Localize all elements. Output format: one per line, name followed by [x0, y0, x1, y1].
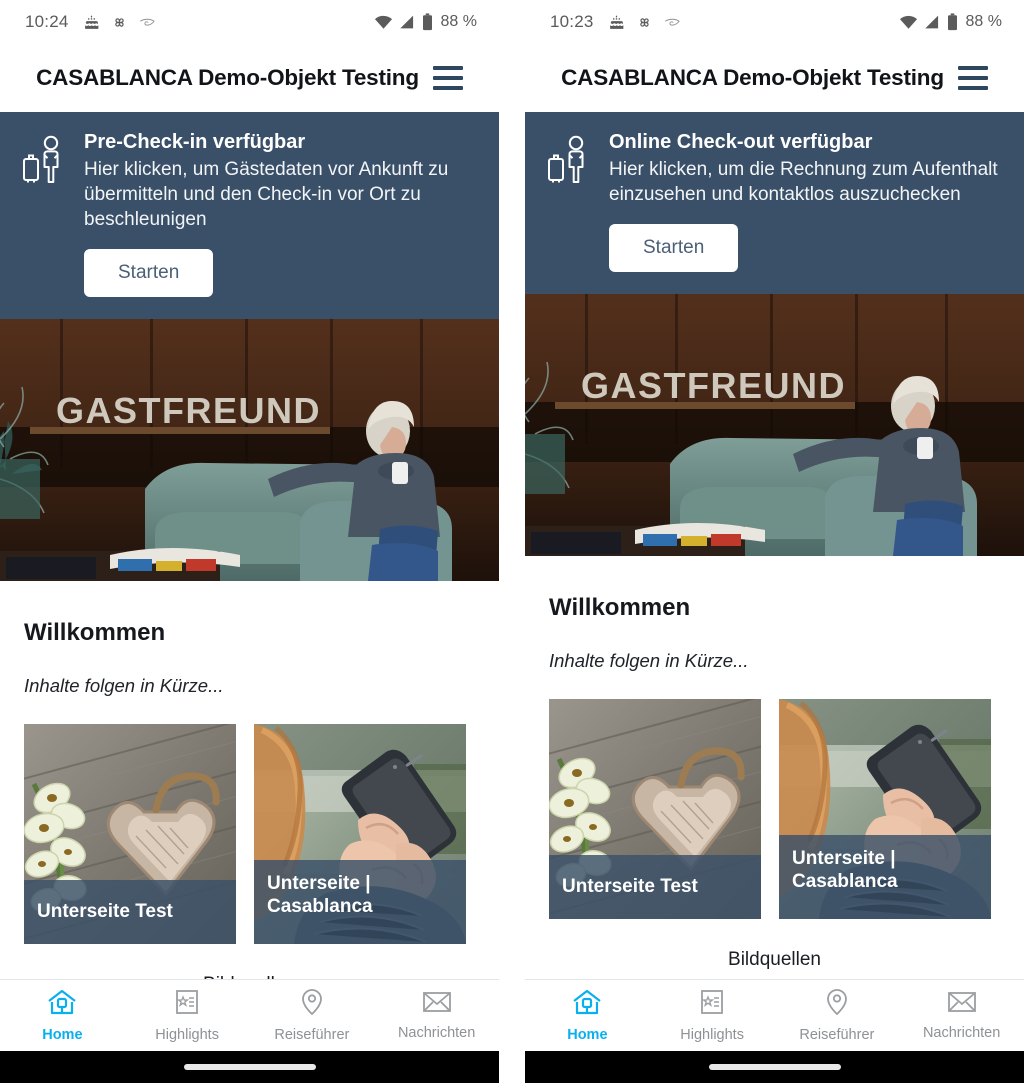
battery-percentage: 88 % — [965, 13, 1002, 30]
phone-screen-right: 10:23 88 % CASABLANCA Demo-Objekt Testin… — [525, 0, 1024, 1083]
coffee-table — [525, 523, 765, 557]
status-bar-notification-icons — [83, 14, 156, 31]
status-bar-system-icons: 88 % — [899, 13, 1002, 31]
hero-sign-text: GASTFREUND — [581, 365, 846, 406]
promo-start-button[interactable]: Starten — [609, 224, 739, 273]
promo-banner-title: Pre-Check-in verfügbar — [84, 131, 306, 153]
content-card[interactable]: Unterseite Test — [24, 724, 236, 945]
gesture-navigation-bar — [525, 1051, 1024, 1083]
image-sources-link[interactable]: Bildquellen — [549, 949, 1000, 971]
promo-banner-pre-checkin[interactable]: Pre-Check-in verfügbar Hier klicken, um … — [0, 112, 499, 320]
status-bar: 10:24 88 % — [0, 0, 499, 44]
promo-banner-body: Online Check-out verfügbar Hier klicken,… — [609, 130, 1004, 273]
tab-highlights[interactable]: Highlights — [650, 989, 775, 1043]
main-content: Willkommen Inhalte folgen in Kürze... Un… — [525, 556, 1024, 979]
content-card[interactable]: Unterseite | Casablanca — [779, 699, 991, 920]
battery-percentage: 88 % — [440, 13, 477, 30]
welcome-heading: Willkommen — [24, 619, 166, 647]
tab-nachrichten[interactable]: Nachrichten — [374, 990, 499, 1041]
highlights-list-icon — [173, 989, 201, 1021]
phone-screen-left: 10:24 88 % CASABLANCA Demo-Objekt Testin… — [0, 0, 499, 1083]
wing-icon — [664, 15, 681, 30]
bottom-tab-bar: Home Highlights Reiseführer Nachrichten — [0, 979, 499, 1051]
tab-label: Nachrichten — [397, 1025, 476, 1041]
hero-image: GASTFREUND — [525, 294, 1024, 557]
tab-home[interactable]: Home — [0, 989, 125, 1043]
promo-banner-body: Pre-Check-in verfügbar Hier klicken, um … — [84, 130, 479, 298]
tab-label: Nachrichten — [922, 1025, 1001, 1041]
main-content: Willkommen Inhalte folgen in Kürze... Un… — [0, 581, 499, 979]
hero-sign-text: GASTFREUND — [56, 390, 321, 431]
tab-label: Highlights — [680, 1026, 744, 1043]
content-card[interactable]: Unterseite Test — [549, 699, 761, 920]
tab-reisefuehrer[interactable]: Reiseführer — [775, 988, 900, 1043]
status-bar-notification-icons — [608, 14, 681, 31]
battery-icon — [422, 13, 433, 31]
page-title: CASABLANCA Demo-Objekt Testing — [561, 65, 944, 90]
tab-highlights[interactable]: Highlights — [125, 989, 250, 1043]
promo-banner-title: Online Check-out verfügbar — [609, 131, 873, 153]
tab-nachrichten[interactable]: Nachrichten — [899, 990, 1024, 1041]
hero-image: GASTFREUND — [0, 319, 499, 582]
promo-banner-checkout[interactable]: Online Check-out verfügbar Hier klicken,… — [525, 112, 1024, 295]
promo-banner-text: Hier klicken, um die Rechnung zum Aufent… — [609, 159, 998, 206]
coffee-table — [0, 548, 240, 582]
gesture-navigation-bar — [0, 1051, 499, 1083]
home-icon — [572, 989, 602, 1021]
card-caption: Unterseite Test — [24, 880, 236, 945]
bottom-tab-bar: Home Highlights Reiseführer Nachrichten — [525, 979, 1024, 1051]
gesture-pill[interactable] — [708, 1064, 841, 1070]
pinwheel-icon — [111, 14, 128, 31]
tab-reisefuehrer[interactable]: Reiseführer — [250, 988, 375, 1043]
cake-icon — [608, 14, 625, 31]
app-header: CASABLANCA Demo-Objekt Testing — [525, 44, 1024, 112]
wifi-icon — [374, 14, 393, 30]
status-bar-system-icons: 88 % — [374, 13, 477, 31]
tab-label: Home — [42, 1026, 83, 1043]
tab-home[interactable]: Home — [525, 989, 650, 1043]
card-caption: Unterseite | Casablanca — [254, 860, 466, 945]
tab-label: Home — [567, 1026, 608, 1043]
hamburger-icon[interactable] — [957, 66, 988, 90]
guest-luggage-icon — [547, 130, 593, 272]
highlights-list-icon — [698, 989, 726, 1021]
screenshot-divider — [499, 0, 525, 1083]
tab-label: Highlights — [155, 1026, 219, 1043]
battery-icon — [947, 13, 958, 31]
map-pin-icon — [824, 988, 850, 1021]
pinwheel-icon — [636, 14, 653, 31]
hamburger-icon[interactable] — [432, 66, 463, 90]
content-card-grid: Unterseite Test Unterseite | Casablanca — [549, 699, 1000, 920]
wifi-icon — [899, 14, 918, 30]
tab-label: Reiseführer — [274, 1027, 350, 1043]
content-card[interactable]: Unterseite | Casablanca — [254, 724, 466, 945]
dual-screenshot-comparison: 10:24 88 % CASABLANCA Demo-Objekt Testin… — [0, 0, 1024, 1083]
status-bar-clock: 10:24 — [25, 12, 69, 31]
envelope-icon — [947, 990, 977, 1019]
app-header: CASABLANCA Demo-Objekt Testing — [0, 44, 499, 112]
welcome-heading: Willkommen — [549, 594, 691, 622]
status-bar: 10:23 88 % — [525, 0, 1024, 44]
card-caption: Unterseite Test — [549, 855, 761, 920]
home-icon — [47, 989, 77, 1021]
guest-luggage-icon — [22, 130, 68, 297]
cake-icon — [83, 14, 100, 31]
promo-start-button[interactable]: Starten — [84, 249, 214, 298]
welcome-subtitle: Inhalte folgen in Kürze... — [24, 675, 224, 697]
map-pin-icon — [299, 988, 325, 1021]
signal-icon — [399, 14, 416, 30]
status-bar-clock: 10:23 — [550, 12, 594, 31]
wing-icon — [139, 15, 156, 30]
promo-banner-text: Hier klicken, um Gästedaten vor Ankunft … — [84, 159, 449, 231]
content-card-grid: Unterseite Test Unterseite | Casablanca — [24, 724, 475, 945]
tab-label: Reiseführer — [799, 1027, 875, 1043]
welcome-subtitle: Inhalte folgen in Kürze... — [549, 650, 749, 672]
card-caption: Unterseite | Casablanca — [779, 835, 991, 920]
gesture-pill[interactable] — [183, 1064, 316, 1070]
envelope-icon — [422, 990, 452, 1019]
page-title: CASABLANCA Demo-Objekt Testing — [36, 65, 419, 90]
signal-icon — [924, 14, 941, 30]
